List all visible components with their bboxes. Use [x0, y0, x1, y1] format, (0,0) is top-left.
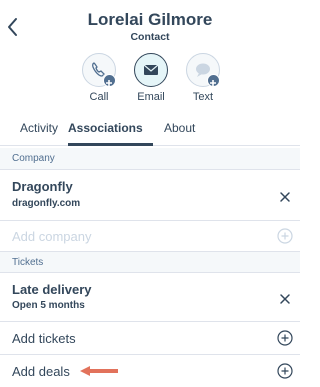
add-deals-row[interactable]: Add deals [0, 355, 300, 387]
tab-about[interactable]: About [164, 121, 195, 135]
pointer-arrow-icon [78, 364, 120, 378]
chat-icon [186, 53, 220, 87]
add-tickets-row[interactable]: Add tickets [0, 322, 300, 355]
tickets-section-header: Tickets [0, 252, 300, 273]
plus-badge-icon [207, 74, 220, 87]
record-type: Contact [130, 31, 170, 43]
email-label: Email [137, 91, 165, 103]
company-item[interactable]: Dragonfly dragonfly.com [0, 170, 300, 221]
remove-company-icon[interactable] [279, 190, 291, 202]
tab-associations[interactable]: Associations [68, 121, 143, 135]
add-deals-icon[interactable] [277, 363, 293, 379]
phone-icon [82, 53, 116, 87]
tab-activity[interactable]: Activity [20, 121, 58, 135]
call-button[interactable]: Call [82, 53, 126, 109]
remove-ticket-icon[interactable] [279, 292, 291, 304]
add-company-icon [277, 228, 293, 244]
call-label: Call [89, 91, 109, 103]
ticket-item[interactable]: Late delivery Open 5 months [0, 273, 300, 322]
contact-header: Lorelai Gilmore Contact [0, 0, 300, 58]
company-domain: dragonfly.com [12, 198, 81, 209]
text-label: Text [192, 91, 214, 103]
email-button[interactable]: Email [134, 53, 178, 109]
company-name: Dragonfly [12, 179, 73, 194]
active-tab-indicator [68, 143, 153, 146]
company-section-header: Company [0, 148, 300, 170]
add-company-row: Add company [0, 221, 300, 252]
ticket-status: Open 5 months [12, 300, 85, 311]
quick-actions: Call Email Text [0, 53, 300, 109]
add-company-label: Add company [12, 229, 92, 244]
text-button[interactable]: Text [186, 53, 230, 109]
plus-badge-icon [103, 74, 116, 87]
contact-name: Lorelai Gilmore [87, 10, 213, 29]
envelope-icon [134, 53, 168, 87]
record-tabs: Activity Associations About [0, 116, 300, 146]
ticket-name: Late delivery [12, 282, 92, 297]
add-tickets-icon[interactable] [277, 330, 293, 346]
add-tickets-label: Add tickets [12, 331, 76, 346]
add-deals-label: Add deals [12, 364, 70, 379]
